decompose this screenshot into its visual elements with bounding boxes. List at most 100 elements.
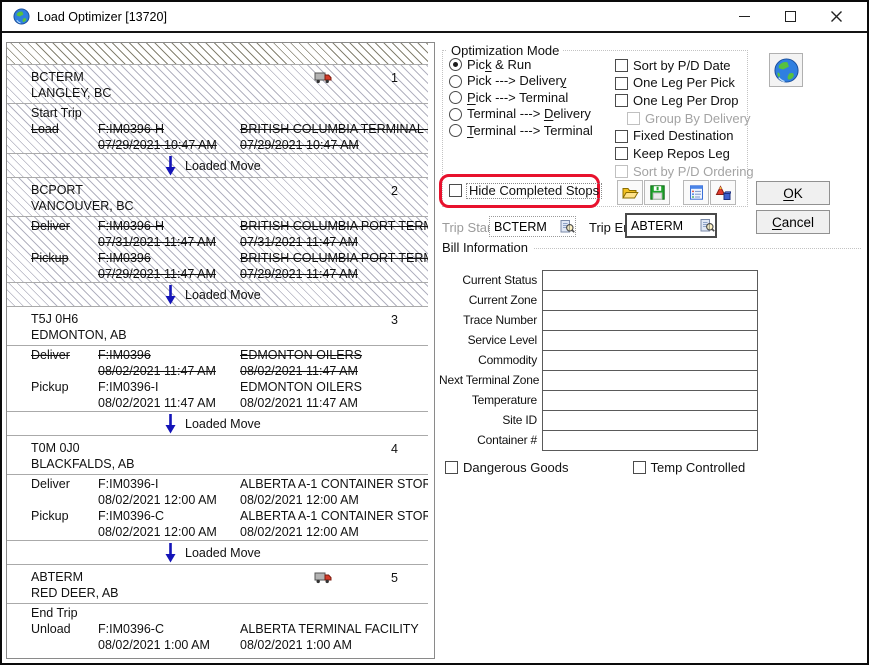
container-number-input[interactable] <box>542 430 758 451</box>
checkbox-one-leg-per-drop[interactable]: One Leg Per Drop <box>615 94 754 107</box>
trip-start-lookup-icon[interactable] <box>560 219 575 234</box>
app-globe-icon <box>13 8 30 25</box>
stop-sequence-number: 1 <box>391 70 398 86</box>
loaded-move-separator: Loaded Move <box>7 283 434 307</box>
radio-icon[interactable] <box>449 108 462 121</box>
report-icon <box>689 185 704 200</box>
next-terminal-zone-input[interactable] <box>542 370 758 391</box>
radio-icon[interactable] <box>449 91 462 104</box>
radio-terminal-to-delivery[interactable]: Terminal ---> Delivery <box>449 108 593 121</box>
optimization-radio-group: Pick & Run Pick ---> Delivery Pick ---> … <box>449 58 593 137</box>
stop-activity: Deliver F:IM0396 EDMONTON OILERS 08/02/2… <box>31 347 434 379</box>
commodity-input[interactable] <box>542 350 758 371</box>
minimize-icon <box>739 16 750 17</box>
map-view-button[interactable] <box>769 53 803 87</box>
trip-end-input[interactable] <box>627 219 700 233</box>
down-arrow-icon <box>165 285 176 305</box>
trip-start-input[interactable] <box>490 220 560 234</box>
stop-activity: Deliver F:IM0396-H BRITISH COLUMBIA PORT… <box>31 218 434 250</box>
open-button[interactable] <box>617 180 643 205</box>
maximize-button[interactable] <box>776 6 805 28</box>
checkbox-icon[interactable] <box>615 59 628 72</box>
bill-checkboxes: Dangerous Goods Temp Controlled <box>445 461 745 474</box>
load-optimizer-dialog: Load Optimizer [13720] BCTERM LANGLEY, B… <box>0 0 869 665</box>
cancel-button[interactable]: Cancel <box>756 210 830 234</box>
checkbox-icon <box>627 112 640 125</box>
radio-pick-and-run[interactable]: Pick & Run <box>449 58 593 71</box>
stop-activity: Load F:IM0396-H BRITISH COLUMBIA TERMINA… <box>31 121 434 153</box>
trip-end-field[interactable] <box>625 213 717 238</box>
stop-code: T0M 0J0 <box>31 440 434 456</box>
stop-code: ABTERM <box>31 569 434 585</box>
stop-city: LANGLEY, BC <box>31 85 434 101</box>
save-button[interactable] <box>644 180 670 205</box>
stop-abterm[interactable]: ABTERM RED DEER, AB 5 End Trip Unload F:… <box>7 565 434 653</box>
checkbox-hide-completed-stops[interactable]: Hide Completed Stops <box>449 184 601 197</box>
loaded-move-separator: Loaded Move <box>7 412 434 436</box>
stop-bcport[interactable]: BCPORT VANCOUVER, BC 2 Deliver F:IM0396-… <box>7 178 434 283</box>
checkbox-sort-by-pd-ordering: Sort by P/D Ordering <box>615 165 754 178</box>
radio-icon[interactable] <box>449 58 462 71</box>
stop-activity: Pickup F:IM0396 BRITISH COLUMBIA PORT TE… <box>31 250 434 282</box>
title-bar: Load Optimizer [13720] <box>2 2 867 33</box>
trip-start-label: Trip Start <box>442 220 495 235</box>
truck-icon <box>314 71 332 84</box>
trace-number-input[interactable] <box>542 310 758 331</box>
bill-row-service-level: Service Level <box>439 330 758 351</box>
trip-stops-panel[interactable]: BCTERM LANGLEY, BC 1 Start Trip Load F:I… <box>6 42 435 659</box>
checkbox-icon[interactable] <box>615 130 628 143</box>
checkbox-icon[interactable] <box>615 147 628 160</box>
stop-code: BCPORT <box>31 182 434 198</box>
radio-pick-to-delivery[interactable]: Pick ---> Delivery <box>449 75 593 88</box>
stop-sequence-number: 2 <box>391 183 398 199</box>
stop-t5j-0h6[interactable]: T5J 0H6 EDMONTON, AB 3 Deliver F:IM0396 … <box>7 307 434 412</box>
checkbox-dangerous-goods[interactable]: Dangerous Goods <box>445 461 569 474</box>
radio-icon[interactable] <box>449 124 462 137</box>
stop-city: RED DEER, AB <box>31 585 434 601</box>
loaded-move-separator: Loaded Move <box>7 541 434 565</box>
bill-row-current-zone: Current Zone <box>439 290 758 311</box>
report-button[interactable] <box>683 180 709 205</box>
trip-start-field[interactable] <box>489 216 576 237</box>
stop-bcterm[interactable]: BCTERM LANGLEY, BC 1 Start Trip Load F:I… <box>7 65 434 154</box>
stop-city: BLACKFALDS, AB <box>31 456 434 472</box>
shapes-button[interactable] <box>710 180 736 205</box>
stop-t0m-0j0[interactable]: T0M 0J0 BLACKFALDS, AB 4 Deliver F:IM039… <box>7 436 434 541</box>
checkbox-sort-by-pd-date[interactable]: Sort by P/D Date <box>615 59 754 72</box>
trip-boundary-label: Start Trip <box>31 105 434 121</box>
down-arrow-icon <box>165 156 176 176</box>
down-arrow-icon <box>165 543 176 563</box>
radio-terminal-to-terminal[interactable]: Terminal ---> Terminal <box>449 124 593 137</box>
ok-button[interactable]: OK <box>756 181 830 205</box>
temperature-input[interactable] <box>542 390 758 411</box>
checkbox-icon[interactable] <box>445 461 458 474</box>
close-icon <box>830 10 843 23</box>
window-title: Load Optimizer [13720] <box>37 10 167 24</box>
checkbox-icon[interactable] <box>633 461 646 474</box>
current-status-input[interactable] <box>542 270 758 291</box>
truck-icon <box>314 571 332 584</box>
stop-city: EDMONTON, AB <box>31 327 434 343</box>
minimize-button[interactable] <box>730 6 759 28</box>
down-arrow-icon <box>165 414 176 434</box>
bill-row-site-id: Site ID <box>439 410 758 431</box>
bill-row-temperature: Temperature <box>439 390 758 411</box>
trip-end-lookup-icon[interactable] <box>700 218 715 233</box>
checkbox-icon[interactable] <box>615 94 628 107</box>
service-level-input[interactable] <box>542 330 758 351</box>
checkbox-fixed-destination[interactable]: Fixed Destination <box>615 130 754 143</box>
bill-row-next-terminal-zone: Next Terminal Zone <box>439 370 758 391</box>
site-id-input[interactable] <box>542 410 758 431</box>
close-button[interactable] <box>822 6 851 28</box>
radio-pick-to-terminal[interactable]: Pick ---> Terminal <box>449 91 593 104</box>
checkbox-keep-repos-leg[interactable]: Keep Repos Leg <box>615 147 754 160</box>
open-folder-icon <box>622 186 639 200</box>
bill-row-commodity: Commodity <box>439 350 758 371</box>
radio-icon[interactable] <box>449 75 462 88</box>
current-zone-input[interactable] <box>542 290 758 311</box>
checkbox-icon[interactable] <box>615 77 628 90</box>
checkbox-one-leg-per-pick[interactable]: One Leg Per Pick <box>615 77 754 90</box>
bill-row-container-number: Container # <box>439 430 758 451</box>
checkbox-temp-controlled[interactable]: Temp Controlled <box>633 461 746 474</box>
checkbox-icon[interactable] <box>449 184 462 197</box>
